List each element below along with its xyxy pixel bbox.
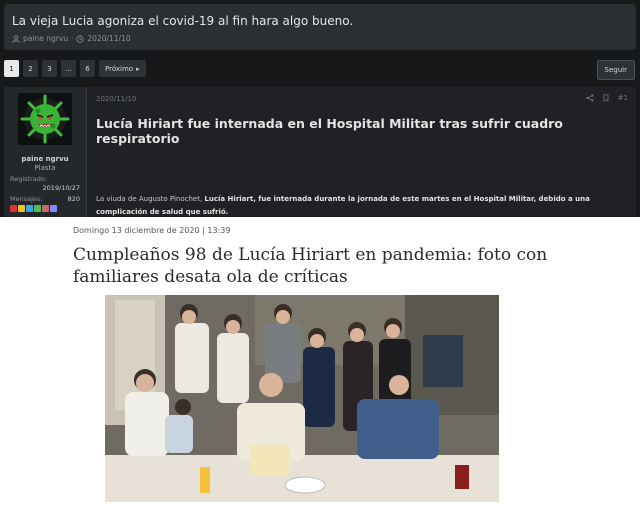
registered-label: Registrado: <box>10 175 48 183</box>
post-heading: Lucía Hiriart fue internada en el Hospit… <box>96 116 563 146</box>
post-actions: #1 <box>586 94 628 102</box>
page-2-button[interactable]: 2 <box>23 60 38 77</box>
thread-date: 2020/11/10 <box>87 34 131 43</box>
post-date[interactable]: 2020/11/10 <box>96 95 136 103</box>
badge-icon <box>26 205 33 212</box>
page-3-button[interactable]: 3 <box>42 60 57 77</box>
article-title: Cumpleaños 98 de Lucía Hiriart en pandem… <box>73 245 548 287</box>
messages-value[interactable]: 820 <box>68 195 80 203</box>
next-page-button[interactable]: Próximo ▸ <box>99 60 146 77</box>
next-page-label: Próximo <box>105 64 134 73</box>
follow-button[interactable]: Seguir <box>596 60 635 80</box>
page-1-button[interactable]: 1 <box>4 60 19 77</box>
meta-separator: · <box>70 34 74 43</box>
badge-icon <box>42 205 49 212</box>
article-section: Domingo 13 diciembre de 2020 | 13:39 Cum… <box>0 217 640 515</box>
article-date: Domingo 13 diciembre de 2020 | 13:39 <box>73 226 231 235</box>
badge-icon <box>50 205 57 212</box>
user-badges <box>10 205 57 212</box>
badge-icon <box>10 205 17 212</box>
post-body-text: La viuda de Augusto Pinochet, <box>96 195 205 203</box>
post-user-column: paine ngrvu Plasta Registrado: 2019/10/2… <box>4 87 87 217</box>
clock-icon <box>76 34 84 43</box>
post-username[interactable]: paine ngrvu <box>4 155 86 163</box>
post: paine ngrvu Plasta Registrado: 2019/10/2… <box>4 87 636 217</box>
messages-label: Mensajes: <box>10 195 43 203</box>
badge-icon <box>18 205 25 212</box>
thread-meta: paine ngrvu · 2020/11/10 <box>12 34 131 43</box>
avatar[interactable] <box>18 93 72 145</box>
virus-icon <box>18 93 72 145</box>
pagination: 1 2 3 ... 6 Próximo ▸ <box>4 60 146 77</box>
registered-value: 2019/10/27 <box>42 184 80 192</box>
caret-right-icon: ▸ <box>136 64 140 73</box>
thread-author[interactable]: paine ngrvu <box>23 34 68 43</box>
thread-header: La vieja Lucia agoniza el covid-19 al fi… <box>4 4 636 50</box>
bookmark-icon[interactable] <box>602 94 610 102</box>
page-ellipsis-button[interactable]: ... <box>61 60 76 77</box>
forum-section: La vieja Lucia agoniza el covid-19 al fi… <box>0 0 640 217</box>
badge-icon <box>34 205 41 212</box>
user-icon <box>12 34 20 43</box>
post-body: La viuda de Augusto Pinochet, Lucía Hiri… <box>96 193 626 217</box>
thread-title: La vieja Lucia agoniza el covid-19 al fi… <box>12 14 354 28</box>
share-icon[interactable] <box>586 94 594 102</box>
user-title: Plasta <box>34 164 56 172</box>
page-6-button[interactable]: 6 <box>80 60 95 77</box>
family-photo <box>105 295 499 502</box>
post-number[interactable]: #1 <box>618 94 628 102</box>
